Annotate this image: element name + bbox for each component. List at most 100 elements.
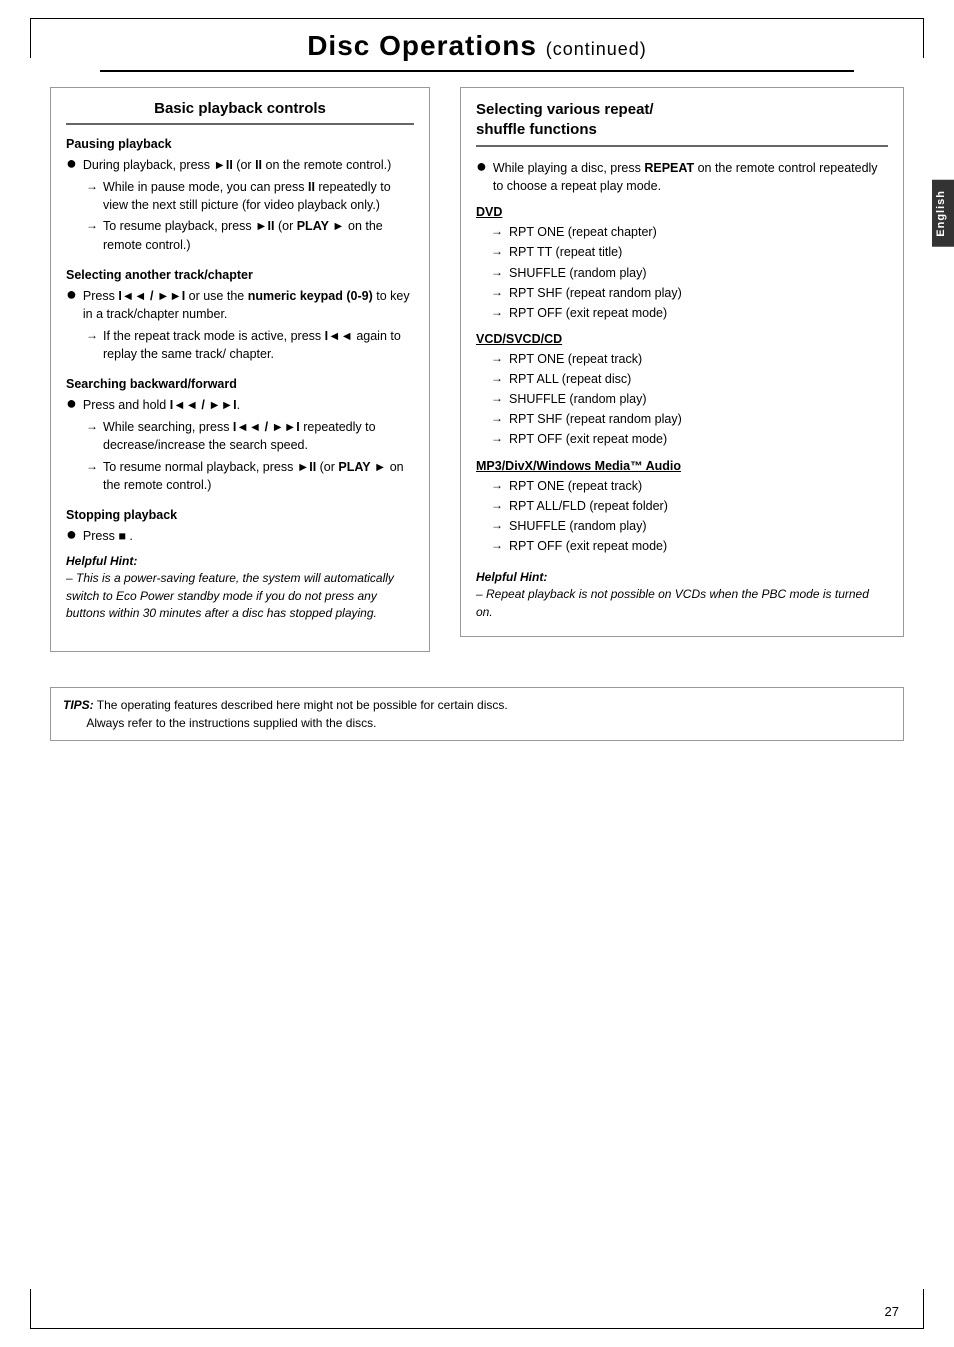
dvd-item-3-text: SHUFFLE (random play) (509, 264, 647, 282)
vcd-item-2-text: RPT ALL (repeat disc) (509, 370, 631, 388)
stopping-helpful-hint: Helpful Hint: – This is a power-saving f… (66, 553, 414, 623)
page-border-right-top (923, 18, 924, 58)
pausing-bullet: ● During playback, press ►II (or II on t… (66, 156, 414, 174)
dvd-title: DVD (476, 205, 888, 219)
vcd-arrow-1: → (491, 351, 503, 365)
repeat-arrow-icon-2: → (491, 244, 503, 258)
repeat-shuffle-title: Selecting various repeat/shuffle functio… (476, 100, 888, 147)
repeat-arrow-icon-3: → (491, 265, 503, 279)
searching-text: Press and hold I◄◄ / ►►I. (83, 396, 240, 414)
selecting-bullet: ● Press I◄◄ / ►►I or use the numeric key… (66, 287, 414, 323)
basic-playback-title: Basic playback controls (66, 100, 414, 125)
dvd-item-5-text: RPT OFF (exit repeat mode) (509, 304, 667, 322)
repeat-intro-text: While playing a disc, press REPEAT on th… (493, 159, 888, 195)
repeat-arrow-icon: → (491, 224, 503, 238)
title-continued: (continued) (546, 39, 647, 59)
pausing-title: Pausing playback (66, 137, 414, 151)
pausing-arrow-2-text: To resume playback, press ►II (or PLAY ►… (103, 217, 414, 253)
selecting-text: Press I◄◄ / ►►I or use the numeric keypa… (83, 287, 414, 323)
mp3-item-3: → SHUFFLE (random play) (491, 517, 888, 535)
mp3-arrow-4: → (491, 538, 503, 552)
stopping-bullet: ● Press ■ . (66, 527, 414, 545)
dvd-item-2-text: RPT TT (repeat title) (509, 243, 622, 261)
vcd-item-3-text: SHUFFLE (random play) (509, 390, 647, 408)
pausing-arrow-1-text: While in pause mode, you can press II re… (103, 178, 414, 214)
mp3-arrow-3: → (491, 518, 503, 532)
english-tab: English (932, 180, 954, 247)
selecting-subsection: Selecting another track/chapter ● Press … (66, 268, 414, 364)
page-border-right-bottom (923, 1289, 924, 1329)
left-column: Basic playback controls Pausing playback… (50, 87, 430, 672)
vcd-item-2: → RPT ALL (repeat disc) (491, 370, 888, 388)
searching-bullet: ● Press and hold I◄◄ / ►►I. (66, 396, 414, 414)
right-column: Selecting various repeat/shuffle functio… (460, 87, 904, 672)
page-border-top (30, 18, 924, 19)
bullet-icon-4: ● (66, 525, 77, 543)
arrow-icon-4: → (86, 419, 98, 433)
mp3-item-2-text: RPT ALL/FLD (repeat folder) (509, 497, 668, 515)
stopping-text: Press ■ . (83, 527, 133, 545)
selecting-arrow-1: → If the repeat track mode is active, pr… (86, 327, 414, 363)
vcd-item-5-text: RPT OFF (exit repeat mode) (509, 430, 667, 448)
page-title: Disc Operations (continued) (50, 30, 904, 62)
page-header: Disc Operations (continued) (0, 0, 954, 87)
page-number: 27 (885, 1304, 899, 1319)
title-text: Disc Operations (307, 30, 537, 61)
selecting-title: Selecting another track/chapter (66, 268, 414, 282)
searching-arrow-2: → To resume normal playback, press ►II (… (86, 458, 414, 494)
basic-playback-section: Basic playback controls Pausing playback… (50, 87, 430, 652)
page-border-bottom (30, 1328, 924, 1329)
searching-subsection: Searching backward/forward ● Press and h… (66, 377, 414, 494)
header-divider (100, 70, 854, 72)
repeat-intro-bullet: ● While playing a disc, press REPEAT on … (476, 159, 888, 195)
tips-label: TIPS: (63, 698, 94, 712)
dvd-item-4-text: RPT SHF (repeat random play) (509, 284, 682, 302)
tips-section: TIPS: The operating features described h… (50, 687, 904, 741)
page-border-left-top (30, 18, 31, 58)
pausing-subsection: Pausing playback ● During playback, pres… (66, 137, 414, 254)
arrow-icon-3: → (86, 328, 98, 342)
mp3-item-4: → RPT OFF (exit repeat mode) (491, 537, 888, 555)
pausing-arrow-1: → While in pause mode, you can press II … (86, 178, 414, 214)
selecting-arrow-1-text: If the repeat track mode is active, pres… (103, 327, 414, 363)
repeat-shuffle-section: Selecting various repeat/shuffle functio… (460, 87, 904, 637)
vcd-item-1: → RPT ONE (repeat track) (491, 350, 888, 368)
vcd-item-3: → SHUFFLE (random play) (491, 390, 888, 408)
mp3-item-3-text: SHUFFLE (random play) (509, 517, 647, 535)
repeat-arrow-icon-4: → (491, 285, 503, 299)
tips-text: The operating features described here mi… (63, 698, 508, 730)
dvd-item-2: → RPT TT (repeat title) (491, 243, 888, 261)
mp3-item-4-text: RPT OFF (exit repeat mode) (509, 537, 667, 555)
vcd-item-4: → RPT SHF (repeat random play) (491, 410, 888, 428)
dvd-item-5: → RPT OFF (exit repeat mode) (491, 304, 888, 322)
main-content: Basic playback controls Pausing playback… (0, 87, 954, 672)
vcd-item-1-text: RPT ONE (repeat track) (509, 350, 642, 368)
mp3-item-1-text: RPT ONE (repeat track) (509, 477, 642, 495)
vcd-item-4-text: RPT SHF (repeat random play) (509, 410, 682, 428)
dvd-item-1: → RPT ONE (repeat chapter) (491, 223, 888, 241)
vcd-title: VCD/SVCD/CD (476, 332, 888, 346)
dvd-item-1-text: RPT ONE (repeat chapter) (509, 223, 657, 241)
right-helpful-hint: Helpful Hint: – Repeat playback is not p… (476, 569, 888, 621)
mp3-item-2: → RPT ALL/FLD (repeat folder) (491, 497, 888, 515)
dvd-item-4: → RPT SHF (repeat random play) (491, 284, 888, 302)
pausing-text: During playback, press ►II (or II on the… (83, 156, 391, 174)
searching-arrow-1: → While searching, press I◄◄ / ►►I repea… (86, 418, 414, 454)
mp3-item-1: → RPT ONE (repeat track) (491, 477, 888, 495)
pausing-arrow-2: → To resume playback, press ►II (or PLAY… (86, 217, 414, 253)
searching-arrow-2-text: To resume normal playback, press ►II (or… (103, 458, 414, 494)
repeat-arrow-icon-5: → (491, 305, 503, 319)
vcd-item-5: → RPT OFF (exit repeat mode) (491, 430, 888, 448)
right-bullet-icon: ● (476, 157, 487, 175)
searching-title: Searching backward/forward (66, 377, 414, 391)
dvd-item-3: → SHUFFLE (random play) (491, 264, 888, 282)
arrow-icon-2: → (86, 218, 98, 232)
bullet-icon: ● (66, 154, 77, 172)
stopping-title: Stopping playback (66, 508, 414, 522)
mp3-arrow-2: → (491, 498, 503, 512)
mp3-arrow-1: → (491, 478, 503, 492)
stopping-subsection: Stopping playback ● Press ■ . Helpful Hi… (66, 508, 414, 623)
searching-arrow-1-text: While searching, press I◄◄ / ►►I repeate… (103, 418, 414, 454)
vcd-arrow-5: → (491, 431, 503, 445)
arrow-icon: → (86, 179, 98, 193)
